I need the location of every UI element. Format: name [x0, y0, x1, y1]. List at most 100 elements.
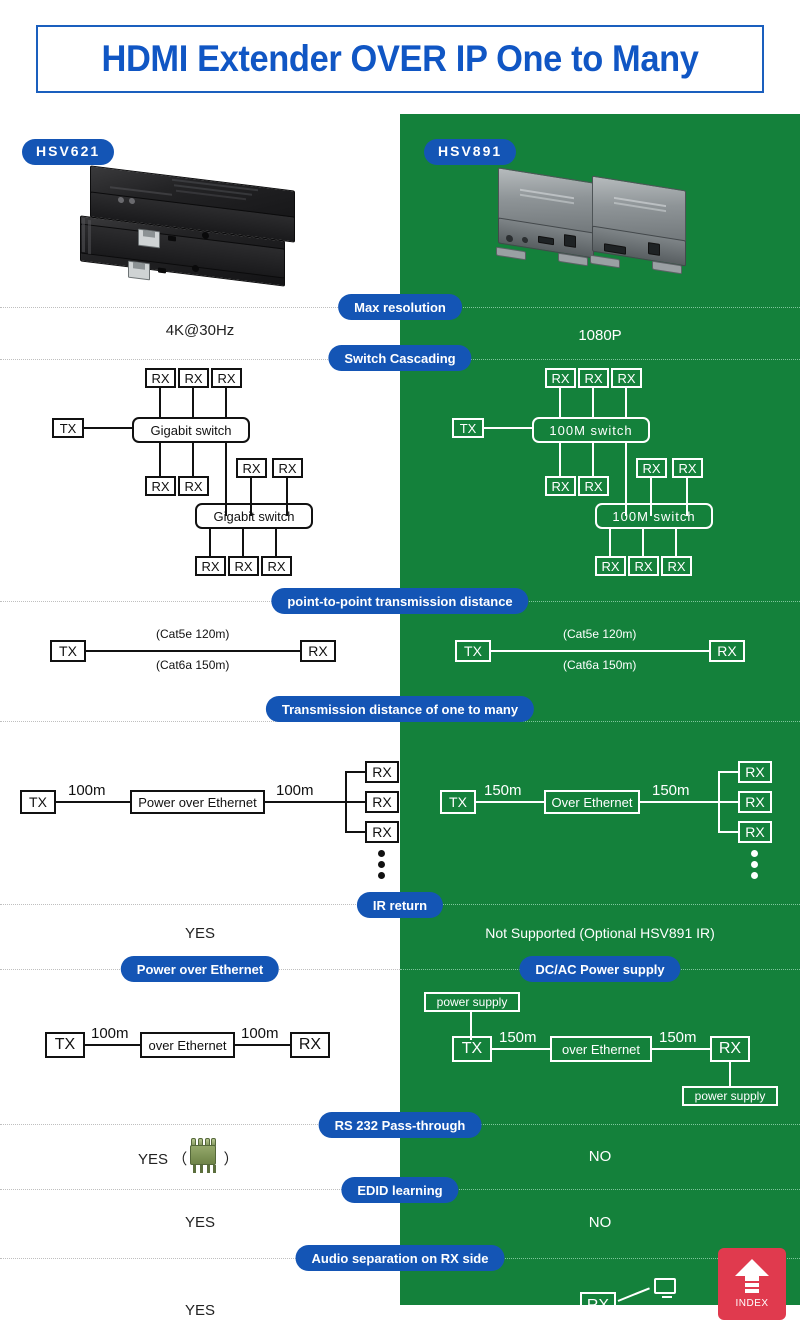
rx-node: RX [672, 458, 703, 478]
rx-node: RX [661, 556, 692, 576]
rx-node: RX [636, 458, 667, 478]
section-label-point-to-point: point-to-point transmission distance [271, 588, 529, 614]
section-label-dc-ac-power-supply: DC/AC Power supply [519, 956, 681, 982]
tx-node: TX [20, 790, 56, 814]
section-label-max-resolution: Max resolution [338, 294, 462, 320]
distance-label-2: 150m [659, 1029, 697, 1046]
rx-node: RX [738, 791, 772, 813]
rx-node: RX [611, 368, 642, 388]
cat6a-label: (Cat6a 150m) [563, 658, 637, 672]
rx-node: RX [211, 368, 242, 388]
section-label-edid-learning: EDID learning [341, 1177, 459, 1203]
product-badge-right: HSV891 [424, 139, 517, 165]
rx-node: RX [545, 476, 576, 496]
rx-node: RX [580, 1292, 616, 1320]
value-left-ir-return: YES [184, 925, 216, 942]
rx-node: RX [236, 458, 267, 478]
distance-label-1: 100m [68, 782, 106, 799]
value-right-max-resolution: 1080P [578, 327, 622, 344]
diagram-one-to-many-left: TX 100m Power over Ethernet 100m RX RX R… [20, 760, 399, 885]
section-label-audio-separation: Audio separation on RX side [295, 1245, 505, 1271]
rx-node: RX [578, 368, 609, 388]
tx-node: TX [52, 418, 84, 438]
rx-node: RX [545, 368, 576, 388]
distance-label-2: 100m [276, 782, 314, 799]
phoenix-connector-icon [190, 1138, 218, 1173]
tx-node: TX [452, 418, 484, 438]
rx-node: RX [145, 368, 176, 388]
index-button-label: INDEX [735, 1298, 769, 1309]
tx-node: TX [455, 640, 491, 662]
diagram-p2p-left: TX RX (Cat5e 120m) (Cat6a 150m) [50, 627, 370, 680]
section-label-power-over-ethernet: Power over Ethernet [120, 956, 280, 982]
section-label-ir-return: IR return [356, 892, 444, 918]
rx-node: RX [365, 821, 399, 843]
diagram-switch-cascading-right: RX RX RX TX 100M switch RX RX RX RX 100M… [440, 368, 770, 583]
diagram-power-left: TX 100m over Ethernet 100m RX [45, 1025, 375, 1068]
value-right-ir-return: Not Supported (Optional HSV891 IR) [485, 925, 715, 941]
rx-node: RX [290, 1032, 330, 1058]
index-button[interactable]: INDEX [718, 1248, 786, 1320]
product-badge-left: HSV621 [22, 139, 115, 165]
comparison-infographic: HDMI Extender OVER IP One to Many HSV621… [0, 0, 800, 1337]
mid-node: Power over Ethernet [130, 790, 265, 814]
tx-node: TX [50, 640, 86, 662]
distance-label-1: 150m [499, 1029, 537, 1046]
rx-node: RX [578, 476, 609, 496]
monitor-icon [654, 1278, 676, 1298]
rx-node: RX [365, 791, 399, 813]
rx-node: RX [595, 556, 626, 576]
value-left-audio: YES [184, 1302, 216, 1319]
tx-node: TX [440, 790, 476, 814]
rx-node: RX [738, 821, 772, 843]
rx-node: RX [738, 761, 772, 783]
product-photo-hsv891 [492, 163, 692, 291]
cat6a-label: (Cat6a 150m) [156, 658, 230, 672]
mid-node: Over Ethernet [544, 790, 640, 814]
switch-node-2: Gigabit switch [195, 503, 313, 529]
speaker-icon [654, 1312, 680, 1328]
rx-node: RX [178, 476, 209, 496]
distance-label-2: 150m [652, 782, 690, 799]
switch-node-2: 100M switch [595, 503, 713, 529]
power-supply-node-top: power supply [424, 992, 520, 1012]
tx-node: TX [452, 1036, 492, 1062]
paren-open: （ [172, 1151, 188, 1168]
distance-label-1: 150m [484, 782, 522, 799]
rx-node: RX [178, 368, 209, 388]
mid-node: over Ethernet [140, 1032, 235, 1058]
value-right-edid: NO [588, 1214, 612, 1231]
rx-node: RX [628, 556, 659, 576]
rx-node: RX [272, 458, 303, 478]
cat5e-label: (Cat5e 120m) [563, 627, 637, 641]
diagram-audio-separation-right: RX [580, 1278, 730, 1333]
diagram-one-to-many-right: TX 150m Over Ethernet 150m RX RX RX [440, 760, 790, 885]
rx-node: RX [300, 640, 336, 662]
switch-node-1: 100M switch [532, 417, 650, 443]
value-left-rs232: YES （ ） [138, 1148, 239, 1169]
product-photo-hsv621 [62, 165, 302, 295]
value-left-rs232-text: YES [138, 1151, 169, 1168]
value-left-edid: YES [184, 1214, 216, 1231]
rx-node: RX [228, 556, 259, 576]
rx-node: RX [195, 556, 226, 576]
diagram-p2p-right: TX RX (Cat5e 120m) (Cat6a 150m) [455, 627, 775, 680]
section-label-rs232: RS 232 Pass-through [318, 1112, 482, 1138]
distance-label-2: 100m [241, 1025, 279, 1042]
up-arrow-icon [735, 1259, 769, 1295]
rx-node: RX [261, 556, 292, 576]
power-supply-node-bottom: power supply [682, 1086, 778, 1106]
value-left-max-resolution: 4K@30Hz [165, 322, 235, 339]
diagram-switch-cascading-left: RX RX RX TX Gigabit switch RX RX RX RX G… [40, 368, 370, 583]
section-label-switch-cascading: Switch Cascading [328, 345, 472, 371]
tx-node: TX [45, 1032, 85, 1058]
page-title: HDMI Extender OVER IP One to Many [101, 38, 699, 79]
switch-node-1: Gigabit switch [132, 417, 250, 443]
rx-node: RX [709, 640, 745, 662]
rx-node: RX [365, 761, 399, 783]
rx-node: RX [710, 1036, 750, 1062]
distance-label-1: 100m [91, 1025, 129, 1042]
mid-node: over Ethernet [550, 1036, 652, 1062]
paren-close: ） [223, 1151, 239, 1168]
value-right-rs232: NO [588, 1148, 612, 1165]
